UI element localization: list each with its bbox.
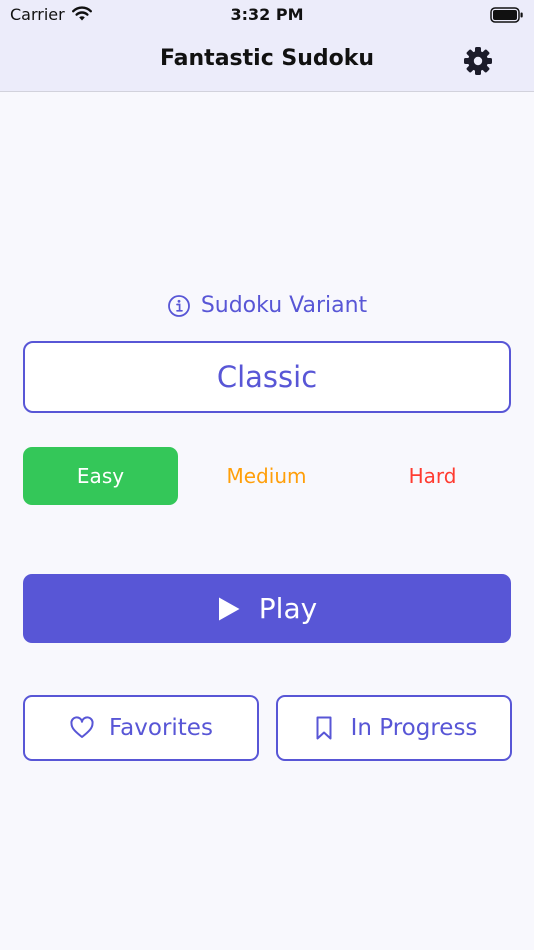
difficulty-hard-label: Hard [408,464,457,488]
play-icon [218,597,240,620]
heart-icon [70,716,94,738]
variant-label-text: Sudoku Variant [200,293,368,318]
nav-bar: Fantastic Sudoku [0,30,534,92]
in-progress-button[interactable]: In Progress [276,695,512,761]
variant-section-label: Sudoku Variant [0,293,534,318]
status-time: 3:32 PM [230,5,304,24]
in-progress-label: In Progress [350,715,478,741]
play-label: Play [258,592,318,625]
play-button[interactable]: Play [23,574,511,643]
difficulty-easy-button[interactable]: Easy [23,447,178,505]
page-title: Fantastic Sudoku [159,46,375,71]
variant-selected-value: Classic [216,360,318,394]
favorites-label: Favorites [109,715,213,741]
battery-icon [490,7,523,23]
gear-icon[interactable] [462,45,494,77]
difficulty-hard-button[interactable]: Hard [355,447,510,505]
status-bar: Carrier 3:32 PM [0,0,534,30]
bookmark-icon [316,716,332,740]
difficulty-easy-label: Easy [76,464,125,488]
difficulty-medium-label: Medium [226,464,307,488]
variant-selector[interactable]: Classic [23,341,511,413]
info-icon[interactable] [167,294,191,318]
favorites-button[interactable]: Favorites [23,695,259,761]
difficulty-medium-button[interactable]: Medium [189,447,344,505]
